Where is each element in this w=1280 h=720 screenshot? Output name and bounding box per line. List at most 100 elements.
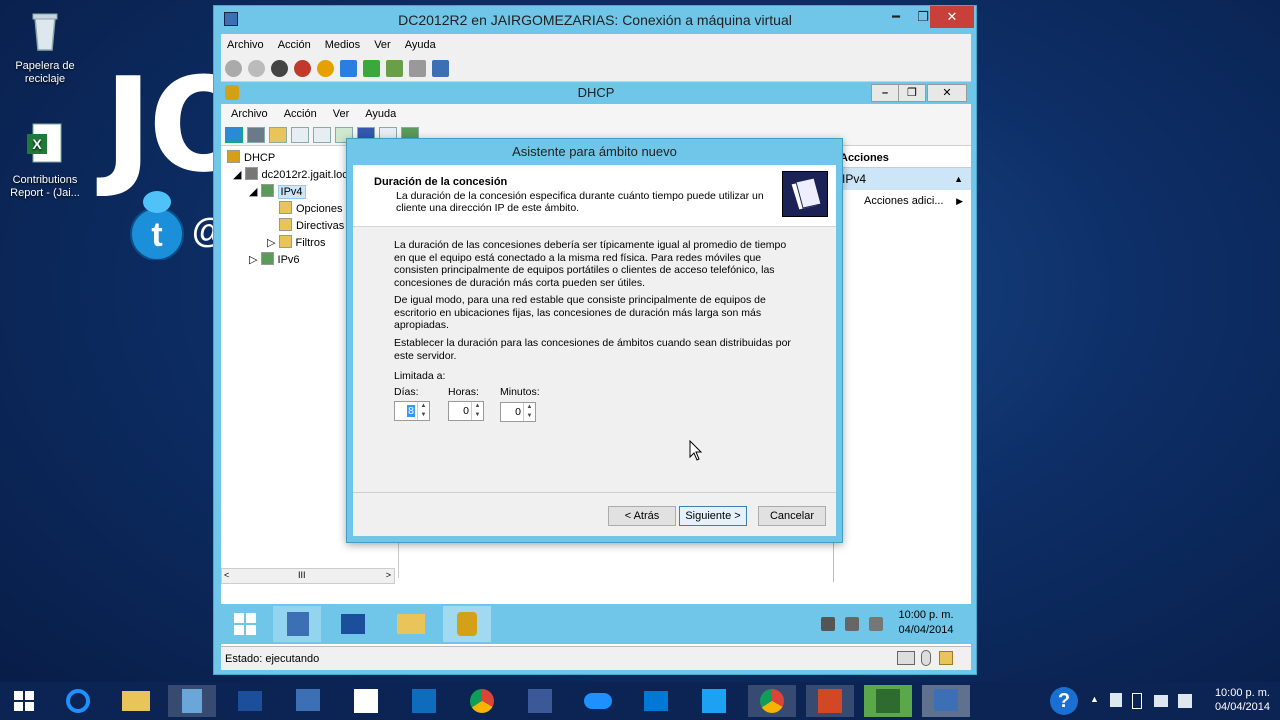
power-icon[interactable]	[317, 60, 334, 77]
desktop-icon-recycle-bin[interactable]: Papelera de reciclaje	[0, 8, 90, 86]
vm-menu-medios[interactable]: Medios	[325, 39, 360, 51]
vm-menu-ver[interactable]: Ver	[374, 39, 391, 51]
guest-taskbar-server-manager[interactable]	[273, 606, 321, 642]
guest-taskbar-explorer[interactable]	[387, 606, 435, 642]
host-powershell-button[interactable]	[226, 685, 274, 717]
host-chrome-button[interactable]	[458, 685, 506, 717]
shutdown-icon[interactable]	[294, 60, 311, 77]
properties-icon[interactable]	[313, 126, 331, 143]
actions-section-ipv4[interactable]: IPv4 ▲	[834, 168, 971, 190]
dhcp-menu-bar: Archivo Acción Ver Ayuda	[221, 104, 971, 124]
tray-flag-icon[interactable]	[1110, 693, 1122, 707]
tray-battery-icon[interactable]	[1132, 693, 1142, 709]
tray-volume-icon[interactable]	[1178, 694, 1192, 708]
guest-taskbar-powershell[interactable]	[329, 606, 377, 642]
spinner-arrows-icon[interactable]: ▲ ▼	[471, 402, 483, 420]
ipv6-icon	[260, 252, 274, 265]
guest-taskbar-dhcp[interactable]	[443, 606, 491, 642]
host-clock-date: 04/04/2014	[1214, 701, 1270, 713]
days-spinner[interactable]: 8 ▲ ▼	[394, 401, 430, 421]
host-chrome-window-button[interactable]	[748, 685, 796, 717]
vm-menu-accion[interactable]: Acción	[278, 39, 311, 51]
hours-value[interactable]: 0	[463, 405, 469, 417]
host-powerpoint-button[interactable]	[806, 685, 854, 717]
guest-clock[interactable]: 10:00 p. m. 04/04/2014	[891, 608, 961, 638]
tray-overflow-icon[interactable]: ▲	[1090, 694, 1099, 704]
powershell-icon	[238, 691, 262, 711]
dhcp-menu-archivo[interactable]: Archivo	[231, 108, 268, 120]
spinner-arrows-icon[interactable]: ▲ ▼	[523, 403, 535, 421]
app-grid-icon	[354, 689, 378, 713]
host-outlook-button[interactable]	[400, 685, 448, 717]
forward-arrow-icon[interactable]	[247, 126, 265, 143]
tree-item-ipv6[interactable]: ▷ IPv6	[249, 252, 300, 268]
host-mail-button[interactable]	[632, 685, 680, 717]
guest-taskbar: 10:00 p. m. 04/04/2014	[221, 604, 971, 644]
tray-signal-icon[interactable]	[1154, 695, 1168, 707]
tree-item-server[interactable]: ◢ dc2012r2.jgait.loc	[233, 167, 348, 183]
guest-tray-flag-icon[interactable]	[821, 617, 835, 631]
powershell-icon	[341, 614, 365, 634]
host-facebook-button[interactable]	[516, 685, 564, 717]
host-recorder-button[interactable]	[864, 685, 912, 717]
host-help-button[interactable]: ?	[1040, 685, 1088, 717]
tree-item-opciones[interactable]: Opciones	[279, 201, 342, 217]
ctrl-alt-del-icon[interactable]	[225, 60, 242, 77]
revert-icon[interactable]	[409, 60, 426, 77]
up-folder-icon[interactable]	[269, 126, 287, 143]
host-hyperv-button[interactable]	[168, 685, 216, 717]
days-value[interactable]: 8	[407, 405, 415, 417]
guest-start-button[interactable]	[221, 606, 269, 642]
resume-icon[interactable]	[363, 60, 380, 77]
host-vmconnect-button[interactable]	[922, 685, 970, 717]
tree-item-dhcp[interactable]: DHCP	[227, 150, 275, 166]
host-ie-button[interactable]	[54, 685, 102, 717]
chrome-icon	[470, 689, 494, 713]
spinner-arrows-icon[interactable]: ▲ ▼	[417, 402, 429, 420]
dhcp-menu-accion[interactable]: Acción	[284, 108, 317, 120]
show-tree-icon[interactable]	[291, 126, 309, 143]
vm-menu-ayuda[interactable]: Ayuda	[405, 39, 436, 51]
back-button[interactable]: < Atrás	[608, 506, 676, 526]
host-explorer-button[interactable]	[112, 685, 160, 717]
back-arrow-icon[interactable]	[225, 126, 243, 143]
host-start-button[interactable]	[0, 685, 48, 717]
host-twitter-button[interactable]	[690, 685, 738, 717]
vm-menu-archivo[interactable]: Archivo	[227, 39, 264, 51]
guest-tray-network-icon[interactable]	[845, 617, 859, 631]
enhanced-session-icon[interactable]	[432, 60, 449, 77]
host-clock[interactable]: 10:00 p. m. 04/04/2014	[1215, 686, 1270, 714]
host-apps-button[interactable]	[342, 685, 390, 717]
tree-item-directivas[interactable]: Directivas	[279, 218, 344, 234]
scroll-left-arrow[interactable]: <	[224, 570, 229, 580]
desktop-icon-excel-report[interactable]: X Contributions Report - (Jai...	[0, 122, 90, 200]
dhcp-minimize-button[interactable]: –	[871, 84, 899, 102]
tree-item-ipv4[interactable]: ◢ IPv4	[249, 184, 306, 200]
wizard-separator	[353, 492, 836, 493]
scroll-grip[interactable]: III	[298, 570, 306, 580]
pause-icon[interactable]	[340, 60, 357, 77]
guest-tray-volume-icon[interactable]	[869, 617, 883, 631]
vm-close-button[interactable]: ✕	[930, 6, 974, 28]
next-button[interactable]: Siguiente >	[679, 506, 747, 526]
host-rdp-button[interactable]	[284, 685, 332, 717]
dhcp-menu-ayuda[interactable]: Ayuda	[365, 108, 396, 120]
stop-icon[interactable]	[271, 60, 288, 77]
host-onedrive-button[interactable]	[574, 685, 622, 717]
minutes-spinner[interactable]: 0 ▲ ▼	[500, 402, 536, 422]
mouse-cursor-icon	[689, 440, 703, 461]
hours-spinner[interactable]: 0 ▲ ▼	[448, 401, 484, 421]
start-icon[interactable]	[248, 60, 265, 77]
cancel-button[interactable]: Cancelar	[758, 506, 826, 526]
tree-horizontal-scrollbar[interactable]: < III >	[221, 568, 395, 584]
tree-item-filtros[interactable]: ▷ Filtros	[267, 235, 325, 251]
actions-more-item[interactable]: Acciones adici... ▶	[834, 190, 971, 212]
minutes-value[interactable]: 0	[515, 406, 521, 418]
dhcp-menu-ver[interactable]: Ver	[333, 108, 350, 120]
dhcp-restore-button[interactable]: ❐	[898, 84, 926, 102]
dhcp-close-button[interactable]: ✕	[927, 84, 967, 102]
new-scope-wizard-dialog[interactable]: Asistente para ámbito nuevo Duración de …	[346, 138, 843, 543]
scroll-right-arrow[interactable]: >	[386, 570, 391, 580]
wizard-paragraph-2: De igual modo, para una red estable que …	[394, 294, 766, 331]
checkpoint-icon[interactable]	[386, 60, 403, 77]
